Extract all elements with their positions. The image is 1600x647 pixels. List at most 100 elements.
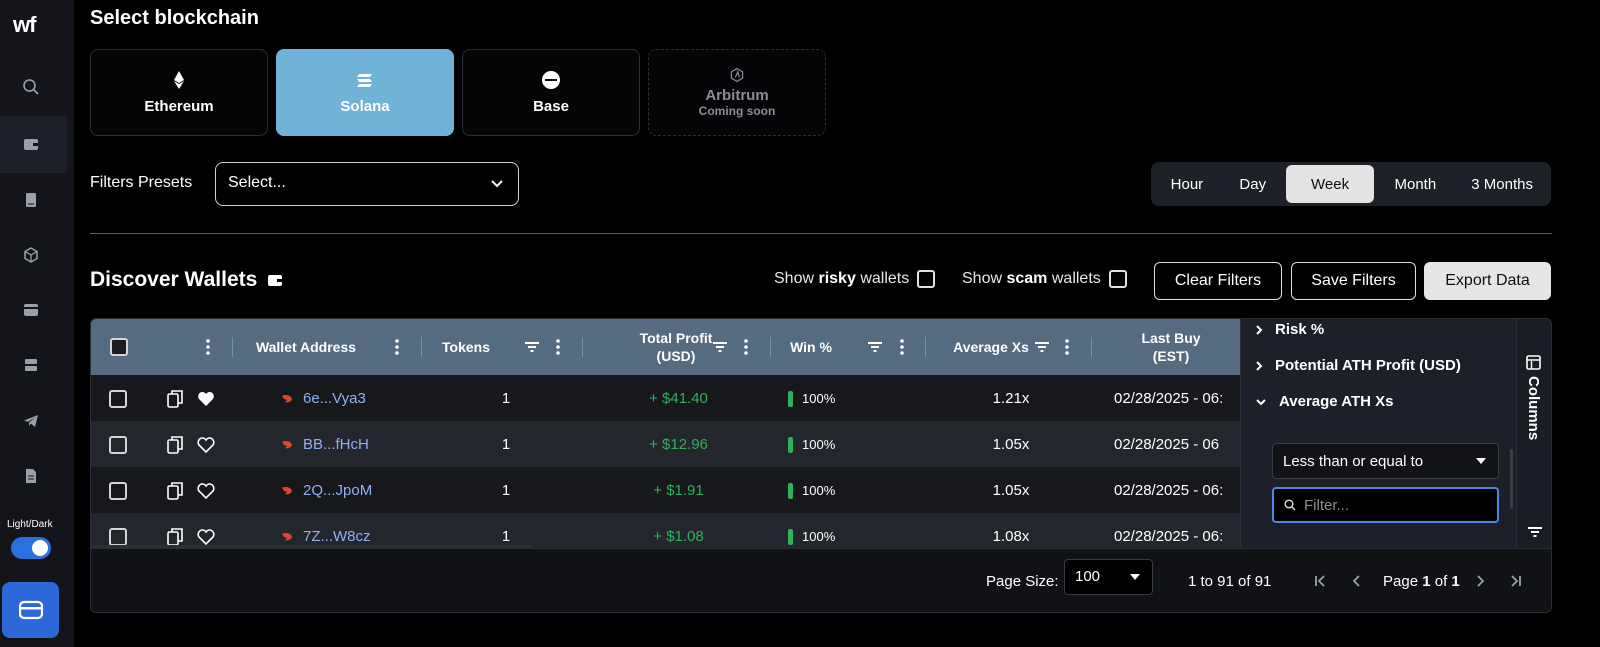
book-icon[interactable] <box>22 191 40 209</box>
wallet-address: 2Q...JpoM <box>303 482 373 499</box>
document-icon[interactable] <box>22 467 40 485</box>
header-total-profit[interactable]: Total Profit (USD) <box>601 319 751 375</box>
win-percent-cell: 100% <box>788 421 848 468</box>
last-page-icon[interactable] <box>1510 575 1522 587</box>
server-icon[interactable] <box>22 356 40 374</box>
win-bar <box>788 436 793 453</box>
row-checkbox[interactable] <box>109 435 127 454</box>
row-select[interactable] <box>108 375 128 422</box>
chain-solana-label: Solana <box>340 98 390 115</box>
filter-icon[interactable] <box>1034 338 1050 356</box>
wallet-address-cell[interactable]: 6e...Vya3 <box>281 375 391 422</box>
column-risk[interactable]: Risk % <box>1255 321 1324 338</box>
wallet-icon <box>268 275 283 286</box>
export-data-button[interactable]: Export Data <box>1424 262 1551 300</box>
range-3-months[interactable]: 3 Months <box>1456 165 1548 203</box>
row-select[interactable] <box>108 421 128 468</box>
header-win-percent[interactable]: Win % <box>781 319 841 375</box>
filters-preset-select[interactable]: Select... <box>215 162 519 206</box>
filter-icon[interactable] <box>867 338 883 356</box>
column-potential-ath-profit[interactable]: Potential ATH Profit (USD) <box>1255 357 1461 374</box>
show-scam-option[interactable]: Show scam wallets <box>962 270 1127 288</box>
section-divider <box>90 233 1552 234</box>
row-checkbox[interactable] <box>109 481 127 500</box>
heart-filled-icon[interactable] <box>196 375 216 422</box>
header-wallet-address[interactable]: Wallet Address <box>241 319 371 375</box>
filter-icon[interactable] <box>712 338 728 356</box>
show-risky-checkbox[interactable] <box>917 270 936 288</box>
first-page-icon[interactable] <box>1314 575 1326 587</box>
next-page-icon[interactable] <box>1476 575 1486 587</box>
range-week[interactable]: Week <box>1285 165 1375 203</box>
copy-icon[interactable] <box>165 467 185 514</box>
range-hour[interactable]: Hour <box>1154 165 1220 203</box>
columns-tab[interactable]: Columns <box>1525 355 1542 440</box>
page-size-select[interactable]: 100 <box>1064 559 1153 595</box>
copy-icon[interactable] <box>165 375 185 422</box>
kebab-menu-icon[interactable] <box>743 338 749 356</box>
win-percent-value: 100% <box>802 483 836 498</box>
select-all-checkbox[interactable] <box>110 338 128 356</box>
row-checkbox[interactable] <box>109 389 127 408</box>
kebab-menu-icon[interactable] <box>555 338 561 356</box>
table-row[interactable]: 6e...Vya3 1 + $41.40 100% 1.21x 02/28/20… <box>91 375 1261 422</box>
chain-ethereum[interactable]: Ethereum <box>90 49 268 136</box>
show-scam-checkbox[interactable] <box>1108 270 1127 288</box>
filter-input-placeholder: Filter... <box>1304 497 1350 514</box>
filter-operator-select[interactable]: Less than or equal to <box>1272 443 1499 479</box>
show-risky-option[interactable]: Show risky wallets <box>774 270 936 288</box>
previous-page-icon[interactable] <box>1351 575 1361 587</box>
search-icon[interactable] <box>22 78 40 96</box>
theme-toggle[interactable] <box>11 537 51 559</box>
kebab-menu-icon[interactable] <box>394 338 400 356</box>
cube-icon[interactable] <box>22 246 40 264</box>
wallet-address: 7Z...W8cz <box>303 528 371 545</box>
card-icon[interactable] <box>22 301 40 319</box>
filter-icon[interactable] <box>524 338 540 356</box>
copy-icon[interactable] <box>165 421 185 468</box>
panel-scrollbar[interactable] <box>1510 449 1513 509</box>
tokens-cell: 1 <box>501 390 511 407</box>
range-day[interactable]: Day <box>1220 165 1286 203</box>
row-checkbox[interactable] <box>109 527 127 546</box>
save-filters-button[interactable]: Save Filters <box>1291 262 1416 300</box>
win-bar <box>788 528 793 545</box>
time-range-group: Hour Day Week Month 3 Months <box>1151 162 1551 206</box>
toggle-knob <box>32 540 48 556</box>
wallet-address-cell[interactable]: 2Q...JpoM <box>281 467 391 514</box>
sidebar: wf Light/Dark <box>0 0 74 647</box>
clear-filters-button[interactable]: Clear Filters <box>1154 262 1282 300</box>
kebab-menu-icon[interactable] <box>899 338 905 356</box>
chain-solana[interactable]: Solana <box>276 49 454 136</box>
column-average-ath-xs[interactable]: Average ATH Xs <box>1255 393 1394 410</box>
caret-down-icon <box>1130 574 1140 580</box>
header-tokens[interactable]: Tokens <box>431 319 501 375</box>
header-last-buy-line2: (EST) <box>1152 348 1190 364</box>
wallet-address-cell[interactable]: BB...fHcH <box>281 421 391 468</box>
kebab-menu-icon[interactable] <box>205 338 211 356</box>
chain-arbitrum: Arbitrum Coming soon <box>648 49 826 136</box>
table-row[interactable]: BB...fHcH 1 + $12.96 100% 1.05x 02/28/20… <box>91 421 1261 468</box>
average-xs-cell: 1.21x <box>992 390 1030 407</box>
filter-value-input[interactable]: Filter... <box>1272 487 1499 523</box>
scam-bold: scam <box>1006 270 1048 287</box>
chain-base[interactable]: Base <box>462 49 640 136</box>
side-tabs: Columns <box>1516 319 1551 548</box>
range-month[interactable]: Month <box>1374 165 1456 203</box>
header-average-xs[interactable]: Average Xs <box>941 319 1041 375</box>
wallet-icon[interactable] <box>22 135 40 153</box>
wallet-tracker-button[interactable] <box>2 582 59 638</box>
filter-icon[interactable] <box>1527 525 1543 539</box>
heart-icon[interactable] <box>196 421 216 468</box>
row-select[interactable] <box>108 467 128 514</box>
kebab-menu-icon[interactable] <box>1064 338 1070 356</box>
win-percent-value: 100% <box>802 391 836 406</box>
shrimp-icon <box>282 486 292 494</box>
header-last-buy[interactable]: Last Buy (EST) <box>1116 319 1226 375</box>
header-select-all[interactable] <box>109 319 129 375</box>
heart-icon[interactable] <box>196 467 216 514</box>
table-row[interactable]: 2Q...JpoM 1 + $1.91 100% 1.05x 02/28/202… <box>91 467 1261 514</box>
telegram-icon[interactable] <box>22 412 40 430</box>
chevron-right-icon <box>1256 324 1263 335</box>
scam-prefix: Show <box>962 270 1003 287</box>
